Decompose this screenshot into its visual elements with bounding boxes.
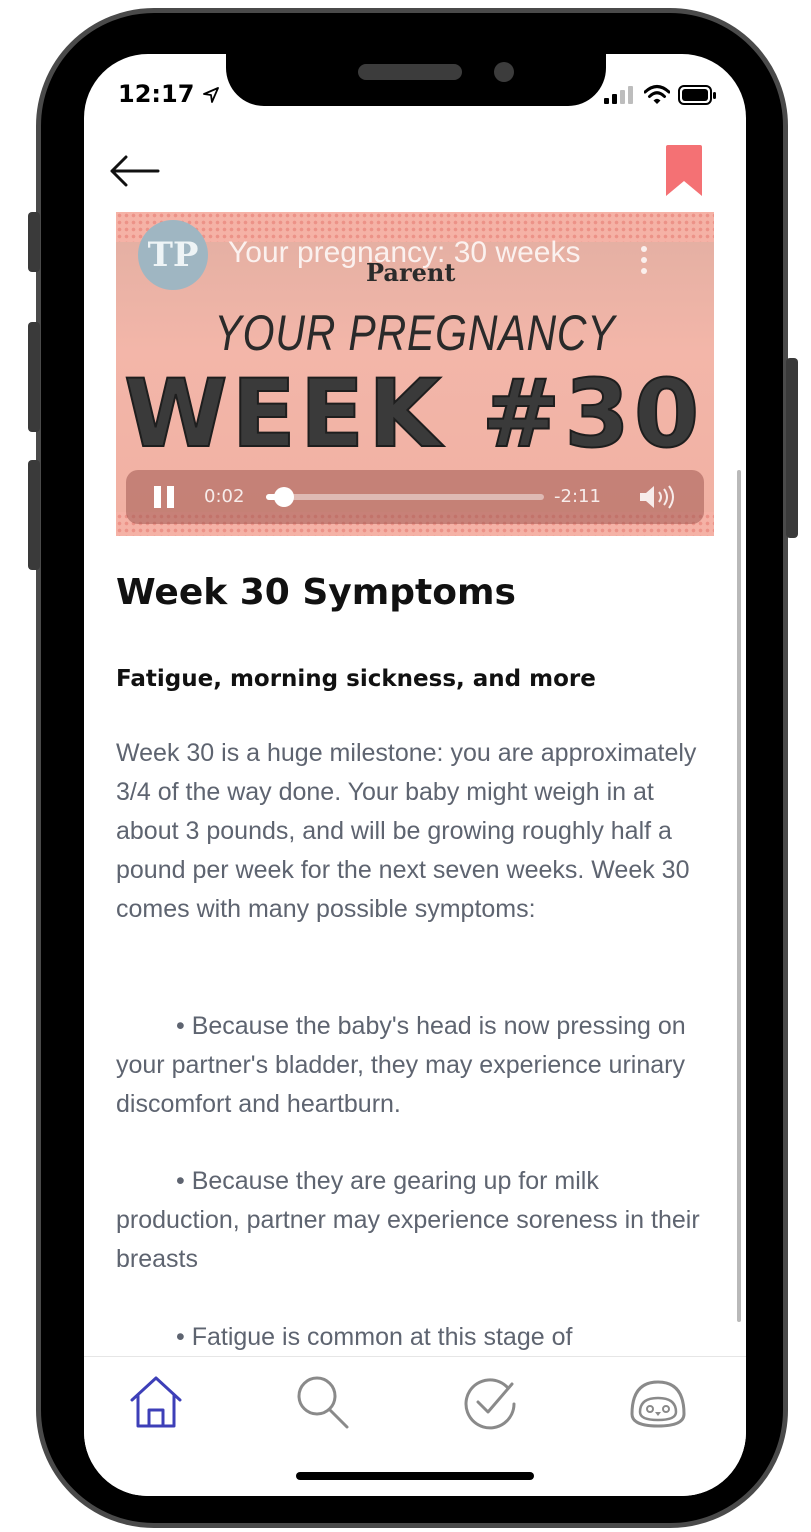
battery-icon	[678, 85, 716, 105]
video-brand: Parent	[366, 258, 456, 287]
location-arrow-icon	[202, 87, 219, 103]
front-camera	[494, 62, 514, 82]
video-week-label: WEEK #30	[123, 359, 704, 470]
article-title: Week 30 Symptoms	[116, 572, 516, 613]
scrollbar[interactable]	[737, 470, 741, 1322]
video-controls: 0:02 -2:11	[126, 470, 704, 524]
penguin-icon[interactable]	[628, 1374, 688, 1434]
phone-silent-switch	[28, 212, 40, 272]
tab-bar-divider	[84, 1356, 746, 1357]
cellular-signal-icon	[604, 86, 633, 104]
symptom-bullet: • Because they are gearing up for milk p…	[116, 1167, 700, 1273]
volume-icon[interactable]	[638, 484, 680, 510]
elapsed-time: 0:02	[204, 486, 245, 507]
more-options-icon[interactable]	[641, 246, 647, 279]
phone-volume-down-button	[28, 460, 40, 570]
video-headline: YOUR PREGNANCY	[214, 305, 616, 361]
phone-volume-up-button	[28, 322, 40, 432]
speaker-grille	[358, 64, 462, 80]
home-icon[interactable]	[126, 1372, 186, 1432]
progress-knob[interactable]	[274, 487, 294, 507]
progress-track[interactable]	[266, 494, 544, 500]
video-player[interactable]: TP Your pregnancy: 30 weeks Parent YOUR …	[116, 212, 714, 536]
checkmark-circle-icon[interactable]	[460, 1372, 520, 1432]
bookmark-icon[interactable]	[664, 144, 704, 198]
wifi-icon	[644, 85, 670, 104]
article-intro: Week 30 is a huge milestone: you are app…	[116, 739, 697, 923]
status-time: 12:17	[118, 80, 219, 108]
phone-power-button	[786, 358, 798, 538]
symptom-bullet: • Because the baby's head is now pressin…	[116, 1012, 686, 1118]
search-icon[interactable]	[292, 1372, 352, 1432]
symptom-bullet: • Fatigue is common at this stage of	[176, 1323, 573, 1351]
remaining-time: -2:11	[554, 486, 601, 507]
article-subtitle: Fatigue, morning sickness, and more	[116, 666, 596, 692]
back-arrow-icon[interactable]	[108, 154, 160, 188]
channel-logo[interactable]: TP	[138, 220, 208, 290]
home-indicator[interactable]	[296, 1472, 534, 1480]
pause-icon[interactable]	[154, 486, 176, 508]
